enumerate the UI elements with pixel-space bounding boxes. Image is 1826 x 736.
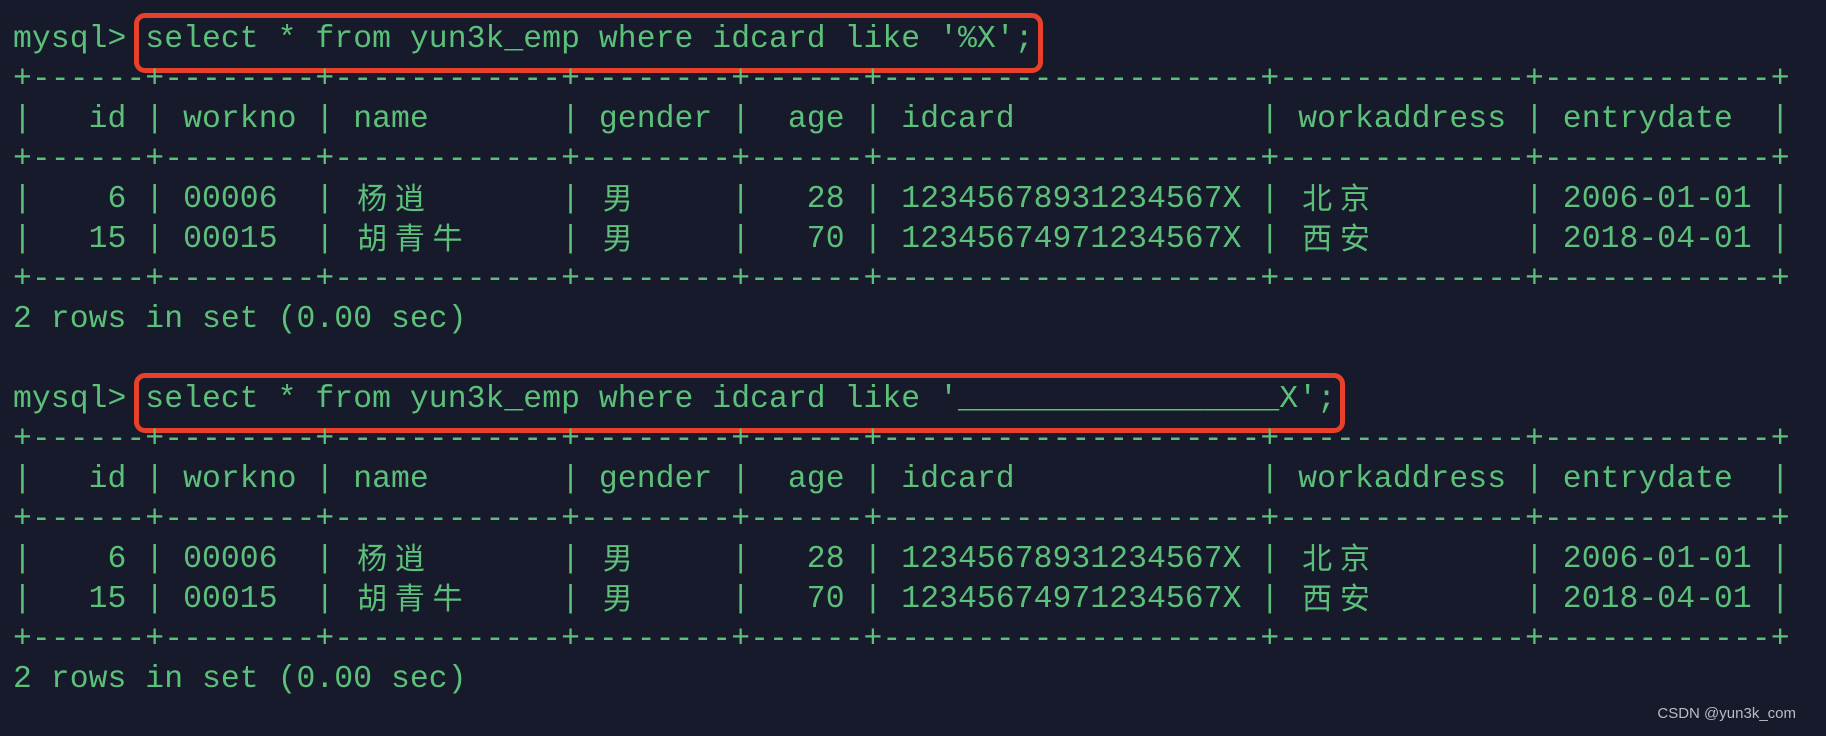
watermark: CSDN @yun3k_com xyxy=(1657,705,1796,722)
